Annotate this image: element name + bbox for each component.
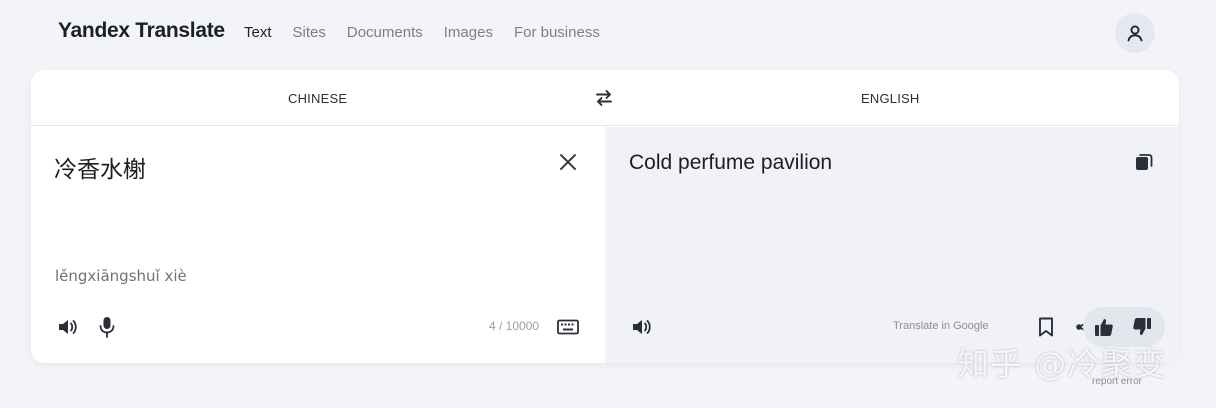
header: Yandex Translate Text Sites Documents Im… xyxy=(0,0,1216,68)
nav-tab-text[interactable]: Text xyxy=(244,24,272,41)
thumbs-up-icon[interactable] xyxy=(1091,314,1117,340)
swap-arrows-icon[interactable] xyxy=(593,87,615,109)
translation-output: Cold perfume pavilion xyxy=(629,151,833,174)
translate-in-google-link[interactable]: Translate in Google xyxy=(893,320,989,332)
nav-tab-documents[interactable]: Documents xyxy=(347,24,423,41)
transliteration-text: lěngxiāngshuǐ xiè xyxy=(55,267,187,285)
speaker-icon[interactable] xyxy=(55,314,81,340)
source-language-selector[interactable]: CHINESE xyxy=(288,91,347,106)
bookmark-icon[interactable] xyxy=(1033,314,1059,340)
nav-tab-images[interactable]: Images xyxy=(444,24,493,41)
source-pane: 冷香水榭 lěngxiāngshuǐ xiè 4 / 10000 xyxy=(31,127,605,363)
user-icon xyxy=(1125,23,1145,43)
nav-tab-sites[interactable]: Sites xyxy=(293,24,326,41)
language-bar: CHINESE ENGLISH xyxy=(31,70,1179,126)
microphone-icon[interactable] xyxy=(94,314,120,340)
nav-tab-for-business[interactable]: For business xyxy=(514,24,600,41)
target-pane: Cold perfume pavilion Translate in Googl… xyxy=(605,127,1179,363)
report-error-link[interactable]: report error xyxy=(1092,376,1142,387)
main-nav: Text Sites Documents Images For business xyxy=(244,24,621,41)
source-text-input[interactable]: 冷香水榭 xyxy=(54,150,146,184)
user-avatar-button[interactable] xyxy=(1115,13,1155,53)
translator-card: CHINESE ENGLISH 冷香水榭 lěngxiāngshuǐ xiè 4… xyxy=(31,70,1179,363)
target-language-selector[interactable]: ENGLISH xyxy=(861,91,919,106)
app-logo[interactable]: Yandex Translate xyxy=(58,19,225,43)
speaker-icon[interactable] xyxy=(629,314,655,340)
copy-icon[interactable] xyxy=(1131,149,1157,175)
thumbs-down-icon[interactable] xyxy=(1129,314,1155,340)
character-counter: 4 / 10000 xyxy=(489,319,540,333)
keyboard-icon[interactable] xyxy=(555,314,581,340)
close-icon[interactable] xyxy=(558,152,578,172)
